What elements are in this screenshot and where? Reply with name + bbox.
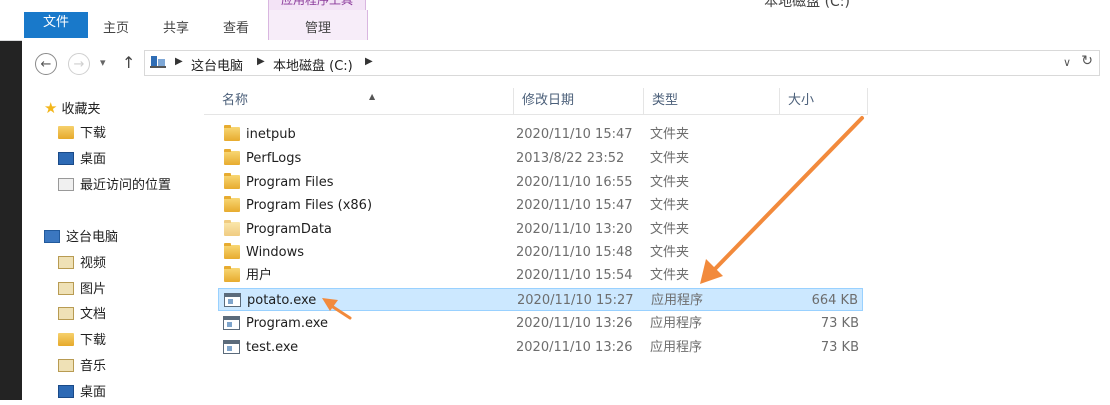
- annotation-overlay: [322, 116, 864, 320]
- annotation-arrow-short: [322, 298, 352, 320]
- annotation-arrow-long: [700, 116, 864, 284]
